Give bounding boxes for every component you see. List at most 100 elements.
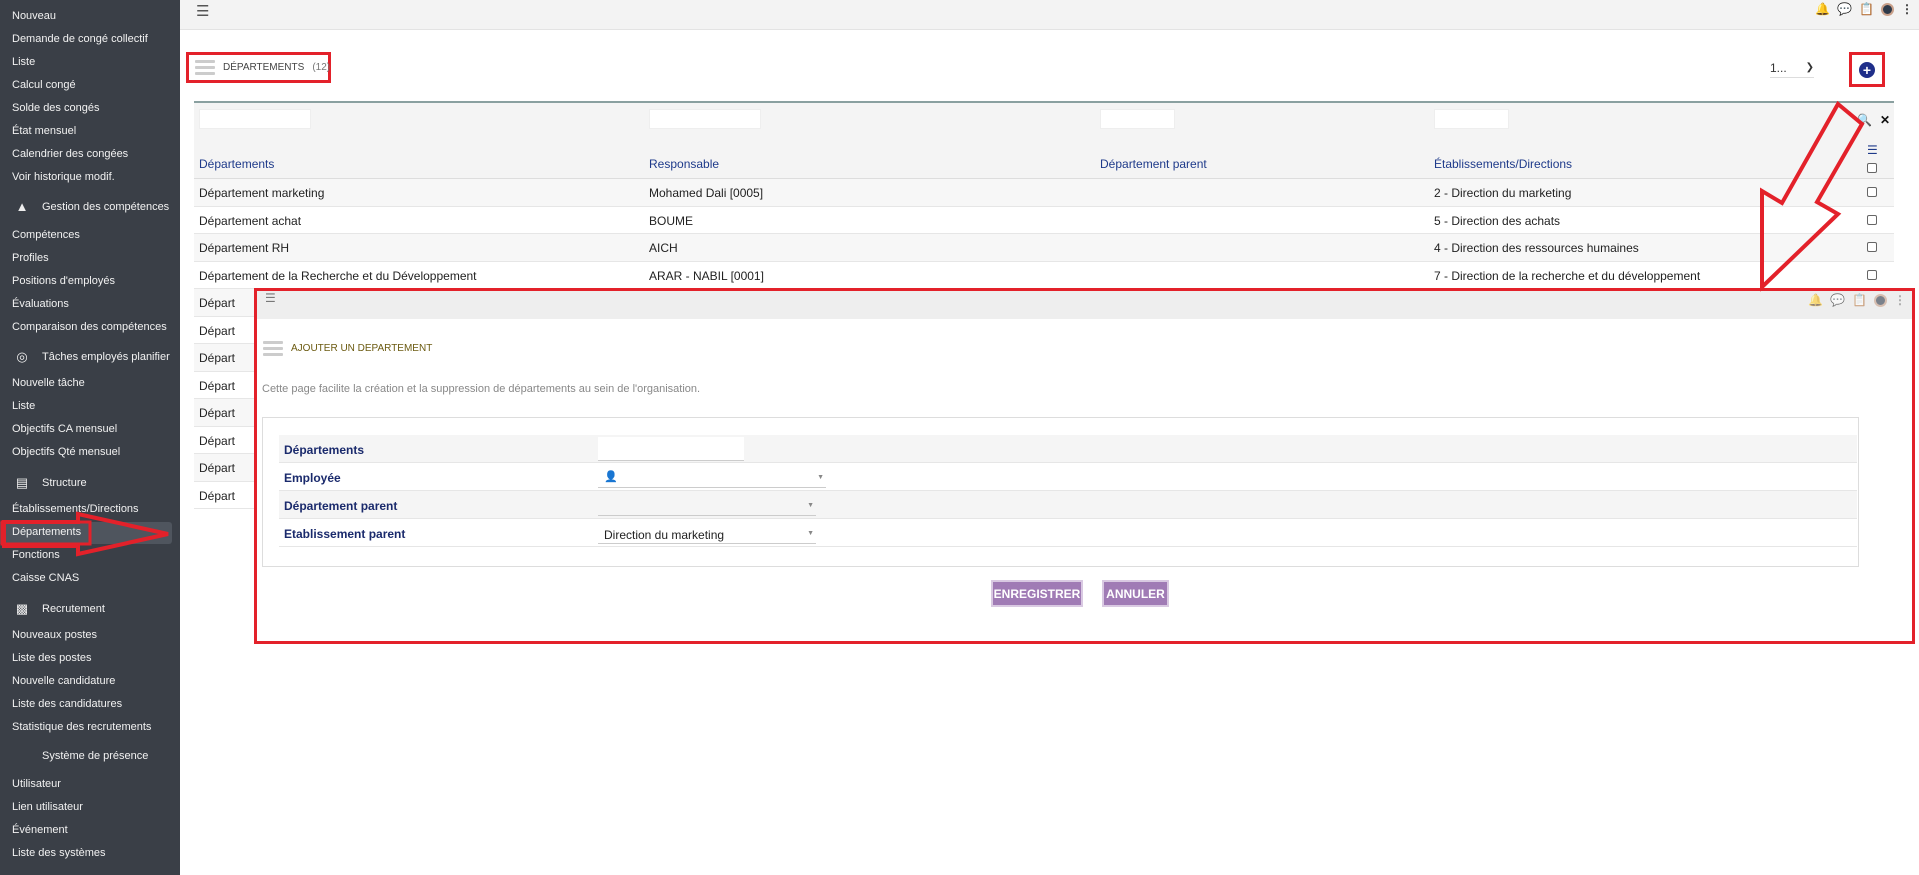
sidebar-item-label: Gestion des compétences — [42, 200, 170, 213]
avatar[interactable] — [1881, 2, 1894, 16]
table-cell: Départ — [199, 461, 236, 475]
sidebar-item-caisse-cnas[interactable]: Caisse CNAS — [12, 572, 79, 584]
building-icon: ▤ — [15, 475, 29, 490]
sidebar-item-fonctions[interactable]: Fonctions — [12, 549, 60, 561]
select-all-checkbox[interactable] — [1867, 163, 1877, 173]
sidebar-item-label: Établissements/Directions — [12, 503, 139, 515]
add-department-button[interactable]: + — [1859, 61, 1875, 78]
sidebar-item-nouvelle-tache[interactable]: Nouvelle tâche — [12, 377, 85, 389]
table-cell: Département RH — [199, 241, 290, 255]
table-cell: Département de la Recherche et du Dévelo… — [199, 268, 477, 283]
sidebar-section-structure[interactable]: ▤ Structure — [14, 475, 87, 491]
sidebar-item-label: Utilisateur — [12, 778, 61, 790]
column-header[interactable]: Établissements/Directions — [1434, 157, 1572, 171]
row-checkbox[interactable] — [1867, 269, 1877, 280]
parent-department-select[interactable]: ▼ — [598, 494, 816, 516]
more-vertical-icon[interactable]: ⋮ — [1901, 2, 1913, 16]
sidebar-item-evenement[interactable]: Événement — [12, 824, 68, 836]
sidebar-item-statistique-des-recrutements[interactable]: Statistique des recrutements — [12, 721, 151, 733]
table-row[interactable]: Département marketing Mohamed Dali [0005]… — [194, 179, 1894, 207]
chat-icon[interactable]: 💬 — [1837, 2, 1852, 16]
sidebar-item-etat-mensuel[interactable]: État mensuel — [12, 125, 76, 137]
hamburger-menu-icon[interactable]: ☰ — [196, 2, 209, 20]
table-cell: Département achat — [199, 213, 302, 228]
sidebar-item-liste[interactable]: Liste — [12, 400, 35, 412]
filter-row: 🔍 ✕ — [194, 101, 1894, 149]
table-row[interactable]: Département de la Recherche et du Dévelo… — [194, 262, 1894, 289]
sidebar-item-etablissements-directions[interactable]: Établissements/Directions — [12, 503, 139, 515]
table-cell: Département marketing — [199, 186, 325, 200]
column-list-icon[interactable]: ☰ — [1867, 143, 1878, 157]
sidebar-item-nouveau[interactable]: Nouveau — [12, 10, 56, 22]
table-cell: Départ — [199, 323, 236, 338]
table-cell: Départ — [199, 296, 236, 310]
sidebar-section-gestion-des-competences[interactable]: ▲ Gestion des compétences — [14, 199, 170, 214]
save-button[interactable]: ENREGISTRER — [991, 580, 1083, 607]
close-icon[interactable]: ✕ — [1880, 113, 1890, 127]
sidebar-item-calcul-conge[interactable]: Calcul congé — [12, 79, 76, 91]
sidebar-item-utilisateur[interactable]: Utilisateur — [12, 778, 61, 790]
sidebar-item-objectifs-ca-mensuel[interactable]: Objectifs CA mensuel — [12, 423, 117, 435]
departement-name-input[interactable] — [598, 437, 744, 461]
clipboard-icon[interactable]: 📋 — [1852, 293, 1867, 307]
sidebar-item-voir-historique-modif[interactable]: Voir historique modif. — [12, 171, 115, 183]
filter-input-departement-parent[interactable] — [1100, 109, 1175, 129]
sidebar-section-systeme-de-presence[interactable]: Système de présence — [14, 750, 148, 762]
row-checkbox[interactable] — [1867, 187, 1877, 197]
panel-top-bar: ☰ 🔔 💬 📋 ⋮ — [257, 291, 1912, 319]
column-header[interactable]: Département parent — [1100, 157, 1207, 171]
sidebar-item-liste-des-candidatures[interactable]: Liste des candidatures — [12, 698, 122, 710]
row-checkbox[interactable] — [1867, 214, 1877, 225]
employee-select[interactable]: 👤 ▼ — [598, 466, 826, 488]
sidebar-item-profiles[interactable]: Profiles — [12, 252, 49, 264]
search-icon[interactable]: 🔍 — [1857, 113, 1872, 127]
field-label: Etablissement parent — [284, 527, 406, 541]
row-checkbox[interactable] — [1867, 242, 1877, 252]
sidebar-item-liste-des-postes[interactable]: Liste des postes — [12, 652, 92, 664]
sidebar-item-label: Nouvelle tâche — [12, 377, 85, 389]
sidebar-item-comparaison-des-competences[interactable]: Comparaison des compétences — [12, 321, 167, 333]
caret-down-icon: ▼ — [817, 474, 824, 481]
filter-input-etablissements[interactable] — [1434, 109, 1509, 129]
avatar[interactable] — [1874, 293, 1887, 307]
column-header[interactable]: Responsable — [649, 157, 719, 171]
page-size-value: 1... — [1770, 60, 1787, 75]
sidebar-item-liste-des-systemes[interactable]: Liste des systèmes — [12, 847, 106, 859]
sidebar-item-nouvelle-candidature[interactable]: Nouvelle candidature — [12, 675, 115, 687]
clipboard-icon[interactable]: 📋 — [1859, 2, 1874, 16]
page-size-select[interactable]: 1... ❯ — [1770, 58, 1814, 78]
filter-input-responsable[interactable] — [649, 109, 761, 129]
sidebar-item-objectifs-qte-mensuel[interactable]: Objectifs Qté mensuel — [12, 446, 120, 458]
department-form: Départements Employée 👤 ▼ Département pa… — [262, 417, 1859, 567]
field-label: Département parent — [284, 499, 398, 513]
sidebar-item-calendrier-des-congees[interactable]: Calendrier des congées — [12, 148, 128, 160]
bell-icon[interactable]: 🔔 — [1815, 2, 1830, 16]
sidebar-item-solde-des-conges[interactable]: Solde des congés — [12, 102, 99, 114]
sidebar-item-label: Profiles — [12, 252, 49, 264]
more-vertical-icon[interactable]: ⋮ — [1894, 293, 1906, 307]
table-row[interactable]: Département achat BOUME 5 - Direction des … — [194, 207, 1894, 234]
sidebar-item-competences[interactable]: Compétences — [12, 229, 80, 241]
sidebar-item-liste[interactable]: Liste — [12, 56, 35, 68]
filter-input-departements[interactable] — [199, 109, 311, 129]
field-label: Employée — [284, 471, 341, 485]
sidebar-item-demande-de-conge-collectif[interactable]: Demande de congé collectif — [12, 33, 148, 45]
hamburger-menu-icon[interactable]: ☰ — [265, 291, 276, 305]
bell-icon[interactable]: 🔔 — [1808, 293, 1823, 307]
sidebar-item-label: Calcul congé — [12, 79, 76, 91]
table-header: Départements Responsable Département par… — [194, 143, 1894, 179]
sidebar-item-departements[interactable]: Départements — [12, 526, 81, 538]
sidebar-item-positions-d-employes[interactable]: Positions d'employés — [12, 275, 115, 287]
parent-establishment-select[interactable]: Direction du marketing ▼ — [598, 522, 816, 544]
table-cell: Départ — [199, 406, 236, 420]
column-header[interactable]: Départements — [199, 157, 274, 171]
chat-icon[interactable]: 💬 — [1830, 293, 1845, 307]
sidebar-section-taches-employes-planifier[interactable]: ◎ Tâches employés planifier — [14, 349, 169, 365]
caret-down-icon: ▼ — [807, 502, 814, 509]
sidebar-item-nouveaux-postes[interactable]: Nouveaux postes — [12, 629, 97, 641]
table-row[interactable]: Département RH AICH 4 - Direction des ress… — [194, 234, 1894, 262]
sidebar-item-lien-utilisateur[interactable]: Lien utilisateur — [12, 801, 83, 813]
cancel-button[interactable]: ANNULER — [1102, 580, 1169, 607]
sidebar-section-recrutement[interactable]: ▩ Recrutement — [14, 601, 105, 617]
sidebar-item-evaluations[interactable]: Évaluations — [12, 298, 69, 310]
